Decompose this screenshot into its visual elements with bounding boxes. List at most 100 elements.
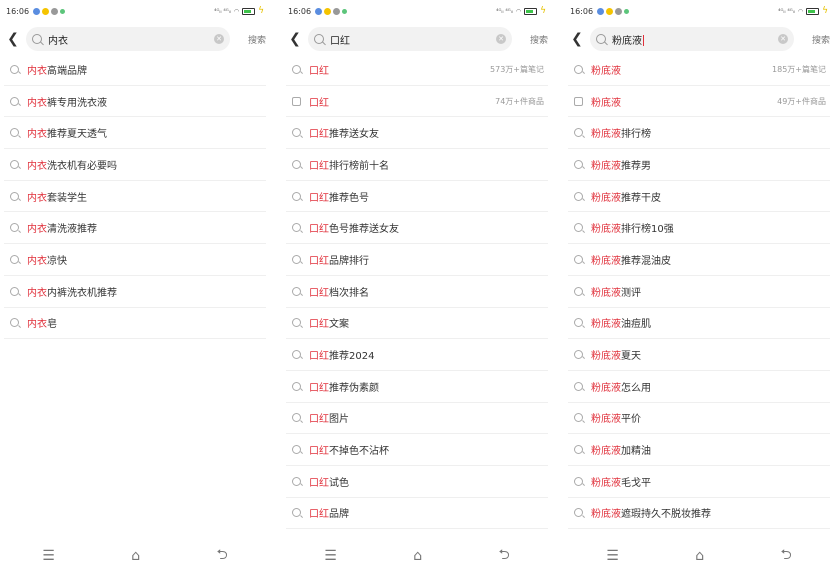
suggestion-keyword: 口红 bbox=[309, 255, 329, 267]
suggestion-count: 49万+件商品 bbox=[777, 96, 826, 106]
suggestion-text: 推荐男 bbox=[621, 160, 651, 172]
suggestion-row[interactable]: 口红 文案 bbox=[286, 308, 548, 340]
suggestion-row[interactable]: 粉底液 夏天 bbox=[568, 339, 830, 371]
suggestion-keyword: 口红 bbox=[309, 224, 329, 236]
suggestion-keyword: 内衣 bbox=[27, 97, 47, 109]
chevron-left-icon[interactable]: ❮ bbox=[568, 31, 586, 47]
search-icon bbox=[10, 254, 19, 264]
clear-icon[interactable]: ✕ bbox=[496, 34, 506, 44]
search-input[interactable]: 内衣 ✕ bbox=[26, 27, 230, 51]
suggestion-row[interactable]: 粉底液 185万+篇笔记 bbox=[568, 54, 830, 86]
suggestion-keyword: 口红 bbox=[309, 414, 329, 426]
charging-icon: ϟ bbox=[258, 6, 264, 16]
system-nav-bar: ☰ ⌂ ⮌ bbox=[4, 546, 266, 566]
search-query[interactable]: 粉底液 bbox=[612, 32, 778, 47]
chevron-left-icon[interactable]: ❮ bbox=[4, 31, 22, 47]
status-time: 16:06 bbox=[6, 6, 30, 16]
suggestion-keyword: 内衣 bbox=[27, 255, 47, 267]
suggestion-row[interactable]: 粉底液 排行榜10强 bbox=[568, 212, 830, 245]
suggestion-row[interactable]: 粉底液 遮瑕持久不脱妆推荐 bbox=[568, 498, 830, 530]
suggestion-row[interactable]: 口红 推荐伪素颜 bbox=[286, 371, 548, 403]
search-input[interactable]: 口红 ✕ bbox=[308, 27, 512, 51]
suggestion-row[interactable]: 口红 推荐送女友 bbox=[286, 117, 548, 150]
suggestion-row[interactable]: 口红 色号推荐送女友 bbox=[286, 212, 548, 245]
suggestion-row[interactable]: 口红 推荐2024 bbox=[286, 339, 548, 371]
suggestion-row[interactable]: 粉底液 推荐男 bbox=[568, 149, 830, 181]
status-time: 16:06 bbox=[570, 6, 594, 16]
search-bar: ❮ 粉底液 ✕ 搜索 bbox=[568, 26, 830, 52]
suggestion-row[interactable]: 粉底液 推荐混油皮 bbox=[568, 244, 830, 276]
search-icon bbox=[292, 223, 301, 233]
suggestion-text: 不掉色不沾杯 bbox=[329, 446, 389, 458]
suggestion-text: 推荐夏天透气 bbox=[47, 129, 107, 141]
search-query[interactable]: 口红 bbox=[330, 32, 496, 47]
suggestion-row[interactable]: 口红 品牌 bbox=[286, 498, 548, 530]
clear-icon[interactable]: ✕ bbox=[214, 34, 224, 44]
back-nav-icon[interactable]: ⮌ bbox=[781, 544, 792, 568]
suggestion-row[interactable]: 内衣 内裤洗衣机推荐 bbox=[4, 276, 266, 308]
suggestion-row[interactable]: 粉底液 49万+件商品 bbox=[568, 86, 830, 118]
suggestion-row[interactable]: 口红 图片 bbox=[286, 403, 548, 435]
search-query[interactable]: 内衣 bbox=[48, 32, 214, 47]
search-icon bbox=[10, 96, 19, 106]
suggestion-text: 洗衣机有必要吗 bbox=[47, 160, 117, 172]
suggestion-row[interactable]: 口红 档次排名 bbox=[286, 276, 548, 308]
suggestion-count: 74万+件商品 bbox=[495, 96, 544, 106]
notification-icon bbox=[597, 7, 605, 15]
suggestion-row[interactable]: 内衣 清洗液推荐 bbox=[4, 212, 266, 245]
search-input[interactable]: 粉底液 ✕ bbox=[590, 27, 794, 51]
suggestion-keyword: 粉底液 bbox=[591, 97, 621, 109]
suggestion-row[interactable]: 内衣 洗衣机有必要吗 bbox=[4, 149, 266, 181]
search-icon bbox=[292, 286, 301, 296]
menu-icon[interactable]: ☰ bbox=[606, 548, 619, 564]
suggestion-row[interactable]: 口红 排行榜前十名 bbox=[286, 149, 548, 181]
suggestion-row[interactable]: 粉底液 毛戈平 bbox=[568, 466, 830, 498]
suggestion-row[interactable]: 口红 不掉色不沾杯 bbox=[286, 434, 548, 466]
suggestion-row[interactable]: 粉底液 推荐干皮 bbox=[568, 181, 830, 213]
search-icon bbox=[574, 159, 583, 169]
home-icon[interactable]: ⌂ bbox=[413, 548, 422, 564]
phone-screen-3: 16:06 ⁴ᴳᵢₗ ⁴ᴳᵢₗ ◠ ϟ ❮ 粉底液 ✕ 搜索 粉底液 185万+篇… bbox=[568, 0, 830, 580]
charging-icon: ϟ bbox=[822, 6, 828, 16]
suggestion-row[interactable]: 内衣 套装学生 bbox=[4, 181, 266, 213]
status-right: ⁴ᴳᵢₗ ⁴ᴳᵢₗ ◠ ϟ bbox=[496, 6, 546, 16]
suggestion-keyword: 口红 bbox=[309, 129, 329, 141]
suggestion-keyword: 内衣 bbox=[27, 160, 47, 172]
home-icon[interactable]: ⌂ bbox=[695, 548, 704, 564]
menu-icon[interactable]: ☰ bbox=[42, 548, 55, 564]
back-nav-icon[interactable]: ⮌ bbox=[217, 544, 228, 568]
suggestion-row[interactable]: 口红 推荐色号 bbox=[286, 181, 548, 213]
clear-icon[interactable]: ✕ bbox=[778, 34, 788, 44]
system-nav-bar: ☰ ⌂ ⮌ bbox=[568, 546, 830, 566]
suggestion-row[interactable]: 粉底液 平价 bbox=[568, 403, 830, 435]
suggestion-keyword: 粉底液 bbox=[591, 255, 621, 267]
search-icon bbox=[574, 254, 583, 264]
search-button[interactable]: 搜索 bbox=[230, 33, 266, 46]
suggestion-row[interactable]: 内衣 凉快 bbox=[4, 244, 266, 276]
search-button[interactable]: 搜索 bbox=[794, 33, 830, 46]
suggestion-row[interactable]: 粉底液 油痘肌 bbox=[568, 308, 830, 340]
back-nav-icon[interactable]: ⮌ bbox=[499, 544, 510, 568]
menu-icon[interactable]: ☰ bbox=[324, 548, 337, 564]
suggestion-list: 口红 573万+篇笔记 口红 74万+件商品 口红 推荐送女友 口红 排行榜前十名 口红 推荐色号… bbox=[286, 54, 548, 530]
suggestion-row[interactable]: 内衣 高端品牌 bbox=[4, 54, 266, 86]
phone-screen-1: 16:06 ⁴ᴳᵢₗ ⁴ᴳᵢₗ ◠ ϟ ❮ 内衣 ✕ 搜索 内衣 高端品牌 内衣 裤专… bbox=[4, 0, 266, 580]
suggestion-row[interactable]: 口红 品牌排行 bbox=[286, 244, 548, 276]
search-button[interactable]: 搜索 bbox=[512, 33, 548, 46]
battery-icon bbox=[242, 7, 256, 15]
suggestion-row[interactable]: 口红 74万+件商品 bbox=[286, 86, 548, 118]
search-icon bbox=[10, 223, 19, 233]
suggestion-row[interactable]: 口红 573万+篇笔记 bbox=[286, 54, 548, 86]
signal-icon: ⁴ᴳᵢₗ ⁴ᴳᵢₗ bbox=[778, 7, 795, 15]
suggestion-row[interactable]: 内衣 裤专用洗衣液 bbox=[4, 86, 266, 118]
suggestion-row[interactable]: 口红 试色 bbox=[286, 466, 548, 498]
suggestion-row[interactable]: 内衣 推荐夏天透气 bbox=[4, 117, 266, 150]
suggestion-row[interactable]: 内衣皂 bbox=[4, 308, 266, 340]
suggestion-row[interactable]: 粉底液 排行榜 bbox=[568, 117, 830, 150]
suggestion-row[interactable]: 粉底液 测评 bbox=[568, 276, 830, 308]
suggestion-row[interactable]: 粉底液 加精油 bbox=[568, 434, 830, 466]
suggestion-text: 推荐伪素颜 bbox=[329, 382, 379, 394]
chevron-left-icon[interactable]: ❮ bbox=[286, 31, 304, 47]
suggestion-row[interactable]: 粉底液 怎么用 bbox=[568, 371, 830, 403]
home-icon[interactable]: ⌂ bbox=[131, 548, 140, 564]
